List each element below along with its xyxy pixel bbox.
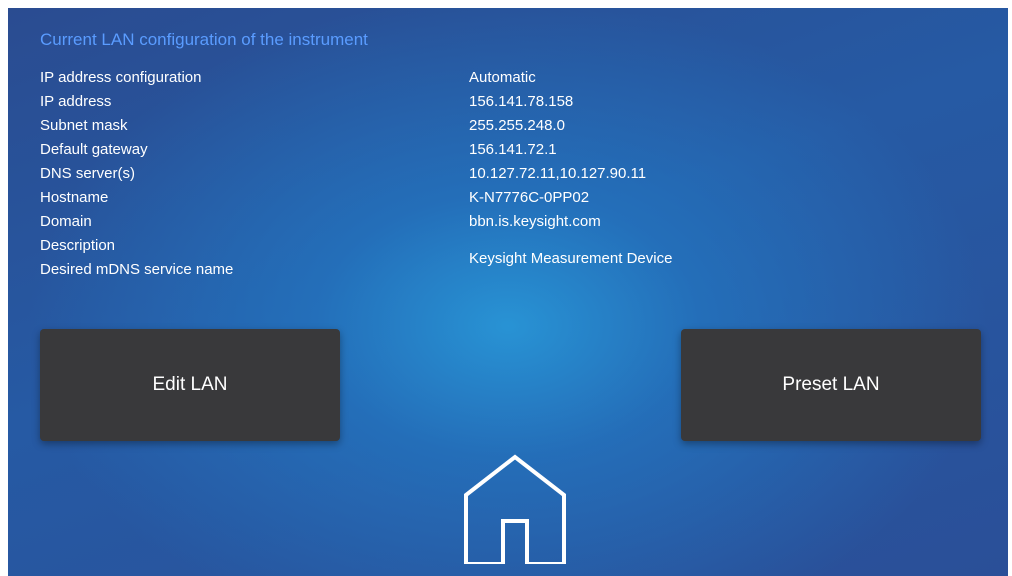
label-hostname: Hostname <box>40 189 109 206</box>
preset-lan-button[interactable]: Preset LAN <box>681 329 981 441</box>
value-hostname: K-N7776C-0PP02 <box>469 189 590 206</box>
settings-values: Automatic 156.141.78.158 255.255.248.0 1… <box>469 66 672 295</box>
value-subnet-mask: 255.255.248.0 <box>469 117 565 134</box>
value-dns-servers: 10.127.72.11,10.127.90.11 <box>469 165 647 182</box>
label-default-gateway: Default gateway <box>40 141 148 158</box>
settings-labels: IP address configuration IP address Subn… <box>40 66 233 282</box>
value-description: Keysight Measurement Device <box>469 250 673 267</box>
label-description: Description <box>40 237 116 254</box>
lan-config-screen: Current LAN configuration of the instrum… <box>8 8 1008 576</box>
value-mdns-service-name <box>469 271 672 295</box>
label-dns-servers: DNS server(s) <box>40 165 136 182</box>
home-button[interactable] <box>461 454 569 566</box>
label-ip-address-configuration: IP address configuration <box>40 69 202 86</box>
edit-lan-button[interactable]: Edit LAN <box>40 329 340 441</box>
page-title: Current LAN configuration of the instrum… <box>40 30 368 49</box>
label-subnet-mask: Subnet mask <box>40 117 128 134</box>
value-ip-address: 156.141.78.158 <box>469 93 574 110</box>
home-icon <box>464 454 566 566</box>
label-domain: Domain <box>40 213 92 230</box>
value-spacer <box>469 234 672 247</box>
value-default-gateway: 156.141.72.1 <box>469 141 557 158</box>
value-ip-address-configuration: Automatic <box>469 69 536 86</box>
label-ip-address: IP address <box>40 93 112 110</box>
value-domain: bbn.is.keysight.com <box>469 213 601 230</box>
label-mdns-service-name: Desired mDNS service name <box>40 261 234 278</box>
